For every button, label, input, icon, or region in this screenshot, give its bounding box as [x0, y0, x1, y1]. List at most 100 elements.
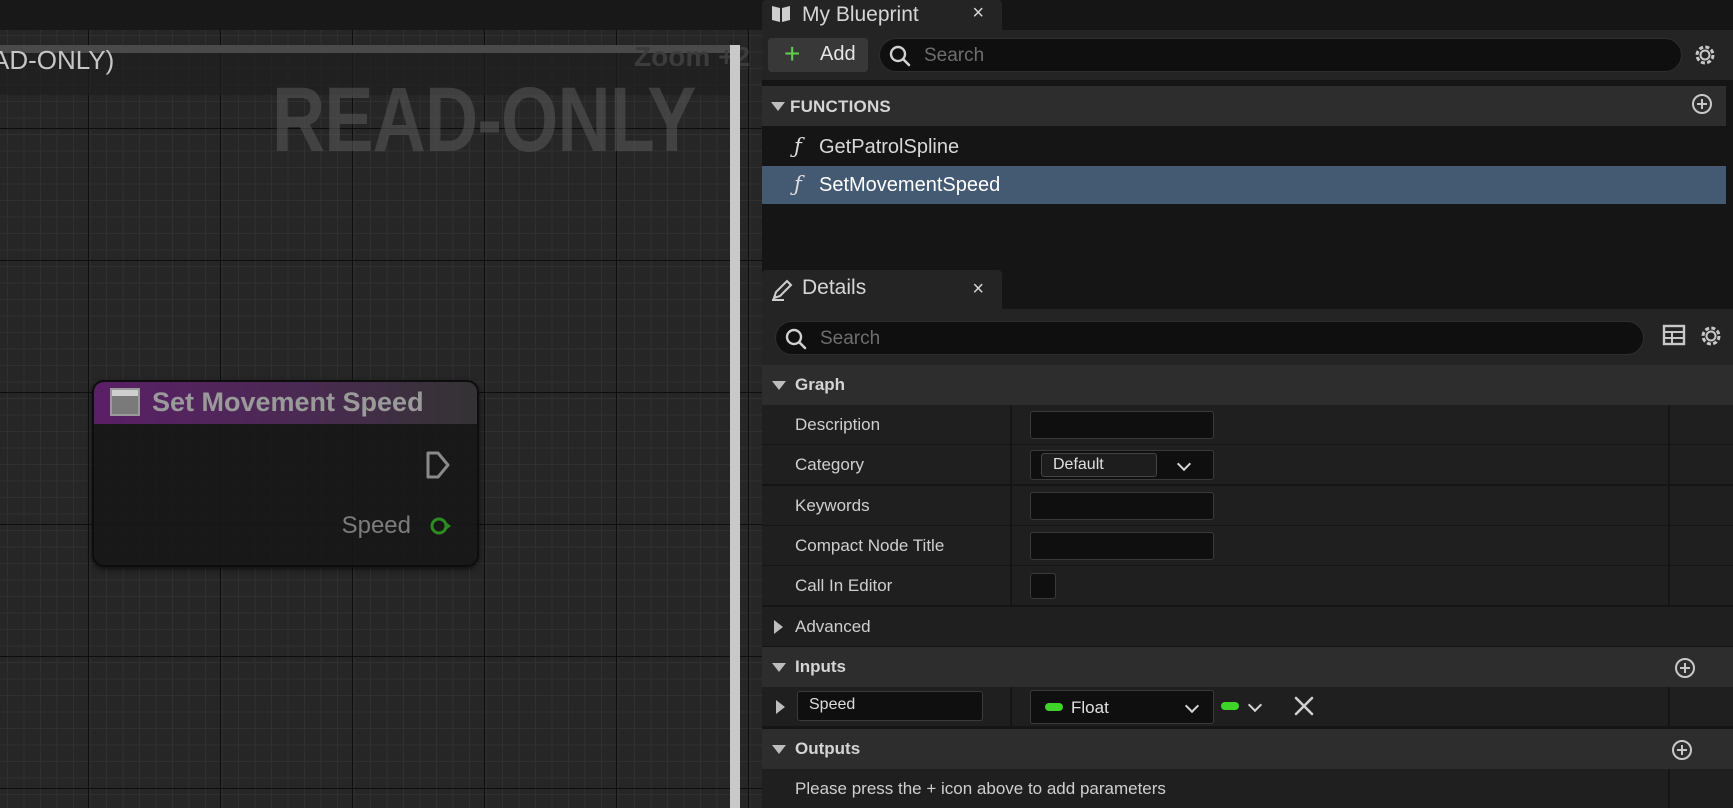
inputs-section-header[interactable]: Inputs [762, 647, 1733, 687]
advanced-label: Advanced [795, 617, 871, 636]
outputs-section-label: Outputs [795, 739, 861, 758]
function-item-getpatrolspline[interactable]: ƒ GetPatrolSpline [762, 128, 1726, 166]
column-divider [1668, 445, 1670, 485]
input-param-row: Speed Float [762, 687, 1733, 727]
collapse-arrow-icon[interactable] [772, 381, 786, 390]
function-node-icon [110, 388, 140, 416]
add-function-icon[interactable] [1692, 94, 1712, 114]
compact-node-title-field[interactable] [1030, 532, 1214, 560]
outputs-hint-row: Please press the + icon above to add par… [762, 769, 1733, 808]
graph-section-header[interactable]: Graph [762, 365, 1733, 405]
column-divider [1668, 769, 1670, 808]
chevron-down-icon[interactable] [1247, 697, 1263, 713]
search-input[interactable] [818, 326, 1516, 352]
outputs-section-header[interactable]: Outputs [762, 729, 1733, 769]
column-divider[interactable] [1010, 566, 1012, 606]
float-output-pin-icon[interactable] [429, 515, 451, 537]
category-combo[interactable]: Default [1030, 450, 1214, 480]
add-output-icon[interactable] [1672, 740, 1692, 760]
column-divider [1668, 405, 1670, 445]
search-icon [889, 45, 911, 67]
column-divider[interactable] [1010, 405, 1012, 445]
tab-details[interactable]: Details × [762, 270, 1002, 309]
call-in-editor-label: Call In Editor [795, 576, 893, 595]
chevron-down-icon[interactable] [1176, 456, 1192, 472]
category-value[interactable]: Default [1041, 453, 1157, 477]
add-input-icon[interactable] [1675, 658, 1695, 678]
call-in-editor-checkbox[interactable] [1030, 573, 1056, 599]
add-button[interactable]: + Add [768, 38, 868, 72]
column-divider [1668, 687, 1670, 727]
collapse-arrow-icon[interactable] [772, 663, 786, 672]
tab-my-blueprint[interactable]: My Blueprint × [762, 0, 1002, 30]
functions-label: FUNCTIONS [790, 97, 891, 116]
close-icon[interactable]: × [972, 2, 984, 25]
param-type-combo[interactable]: Float [1030, 690, 1214, 724]
table-view-icon[interactable] [1662, 323, 1686, 347]
plus-icon: + [784, 38, 801, 69]
container-type-pill-icon[interactable] [1221, 702, 1239, 710]
param-name-field[interactable]: Speed [797, 691, 983, 721]
function-icon: ƒ [794, 172, 802, 196]
node-title: Set Movement Speed [152, 387, 424, 417]
details-toolbar [762, 309, 1733, 367]
functions-section-header[interactable]: FUNCTIONS [762, 86, 1726, 126]
expand-arrow-icon[interactable] [774, 620, 783, 634]
side-panels: My Blueprint × + Add FUNCTIONS ƒ GetPatr… [762, 0, 1733, 808]
column-divider [1668, 526, 1670, 566]
category-label: Category [795, 455, 864, 474]
expand-arrow-icon[interactable] [776, 700, 785, 714]
collapse-arrow-icon[interactable] [771, 102, 785, 111]
read-only-watermark: READ-ONLY [272, 69, 696, 171]
my-blueprint-search[interactable] [879, 38, 1682, 72]
add-button-label: Add [820, 43, 856, 65]
graph-frame-border [730, 45, 740, 808]
graph-top-bar [0, 0, 762, 30]
function-label: GetPatrolSpline [819, 136, 960, 158]
outputs-hint: Please press the + icon above to add par… [795, 779, 1166, 798]
search-input[interactable] [922, 43, 1567, 69]
close-icon[interactable]: × [972, 278, 984, 301]
node-header[interactable]: Set Movement Speed [94, 382, 477, 424]
search-icon [785, 328, 807, 350]
edit-icon [772, 279, 793, 301]
category-row: Category Default [762, 445, 1733, 485]
function-icon: ƒ [794, 134, 802, 158]
graph-section-label: Graph [795, 375, 846, 394]
tab-label: My Blueprint [802, 3, 919, 26]
call-in-editor-row: Call In Editor [762, 566, 1733, 606]
column-divider[interactable] [1010, 687, 1012, 727]
compact-node-title-row: Compact Node Title [762, 526, 1733, 566]
column-divider[interactable] [1010, 486, 1012, 526]
function-label: SetMovementSpeed [819, 174, 1001, 196]
function-entry-node[interactable]: Set Movement Speed Speed [92, 380, 479, 567]
speed-pin-label: Speed [341, 512, 411, 539]
column-divider [1668, 486, 1670, 526]
advanced-row[interactable]: Advanced [762, 607, 1733, 647]
description-row: Description [762, 405, 1733, 445]
details-search[interactable] [775, 321, 1644, 355]
graph-editor[interactable]: AD-ONLY) Zoom +2 READ-ONLY Set Movement … [0, 0, 762, 808]
collapse-arrow-icon[interactable] [772, 745, 786, 754]
keywords-row: Keywords [762, 486, 1733, 526]
keywords-field[interactable] [1030, 492, 1214, 520]
my-blueprint-toolbar: + Add [762, 30, 1733, 80]
remove-param-icon[interactable] [1293, 695, 1315, 717]
gear-icon[interactable] [1698, 323, 1724, 349]
chevron-down-icon[interactable] [1184, 698, 1200, 714]
inputs-section-label: Inputs [795, 657, 846, 676]
compact-node-title-label: Compact Node Title [795, 536, 945, 555]
keywords-label: Keywords [795, 496, 870, 515]
float-type-pill-icon [1045, 703, 1063, 711]
column-divider[interactable] [1010, 526, 1012, 566]
description-label: Description [795, 415, 881, 434]
column-divider[interactable] [1010, 445, 1012, 485]
book-icon [772, 6, 790, 22]
description-field[interactable] [1030, 411, 1214, 439]
graph-title: AD-ONLY) [0, 45, 115, 75]
tab-label: Details [802, 276, 867, 299]
function-item-setmovementspeed[interactable]: ƒ SetMovementSpeed [762, 166, 1726, 204]
exec-output-pin-icon[interactable] [425, 450, 451, 480]
param-type-label: Float [1071, 698, 1109, 717]
gear-icon[interactable] [1692, 42, 1718, 68]
